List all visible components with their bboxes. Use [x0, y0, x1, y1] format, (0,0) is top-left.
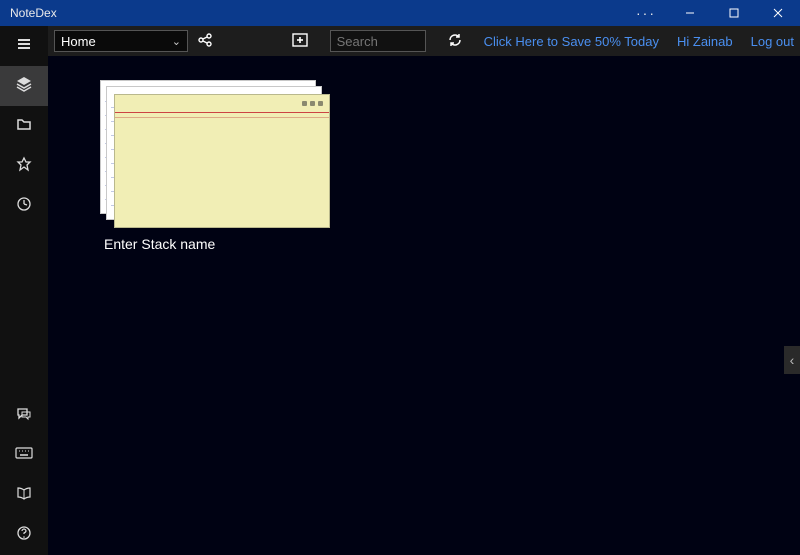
sidebar-item-recent[interactable]: [0, 186, 48, 226]
more-icon[interactable]: ···: [624, 0, 668, 26]
sidebar-item-help[interactable]: [0, 515, 48, 555]
clock-icon: [16, 196, 32, 217]
sidebar-item-folders[interactable]: [0, 106, 48, 146]
close-button[interactable]: [756, 0, 800, 26]
sidebar: [0, 26, 48, 555]
search-input[interactable]: [330, 30, 426, 52]
sync-button[interactable]: [444, 30, 466, 52]
share-icon: [197, 32, 213, 51]
location-select-value: Home: [61, 34, 96, 49]
star-icon: [16, 156, 32, 177]
window-titlebar: NoteDex ···: [0, 0, 800, 26]
stack-name-label[interactable]: Enter Stack name: [104, 236, 330, 252]
drawer-toggle[interactable]: ‹: [784, 346, 800, 374]
minimize-button[interactable]: [668, 0, 712, 26]
sidebar-item-stacks[interactable]: [0, 66, 48, 106]
maximize-button[interactable]: [712, 0, 756, 26]
content-surface: Enter Stack name ‹: [48, 56, 800, 555]
keyboard-icon: [15, 446, 33, 465]
book-icon: [16, 485, 32, 506]
logout-link[interactable]: Log out: [751, 34, 794, 49]
stack-card[interactable]: Enter Stack name: [100, 80, 330, 252]
folder-icon: [16, 116, 32, 137]
greeting-link[interactable]: Hi Zainab: [677, 34, 733, 49]
sidebar-item-keyboard[interactable]: [0, 435, 48, 475]
chat-icon: [16, 405, 32, 426]
sync-icon: [447, 32, 463, 51]
chevron-down-icon: ⌄: [172, 35, 181, 48]
hamburger-menu-button[interactable]: [0, 26, 48, 66]
sidebar-item-chat[interactable]: [0, 395, 48, 435]
promo-link[interactable]: Click Here to Save 50% Today: [484, 34, 659, 49]
chevron-left-icon: ‹: [790, 352, 795, 368]
sidebar-item-library[interactable]: [0, 475, 48, 515]
stacks-icon: [15, 75, 33, 98]
share-button[interactable]: [194, 30, 216, 52]
menu-icon: [16, 36, 32, 57]
help-icon: [16, 525, 32, 546]
new-note-button[interactable]: [290, 30, 312, 52]
sidebar-item-favorites[interactable]: [0, 146, 48, 186]
stack-thumbnail: [100, 80, 330, 228]
toolbar: Home ⌄ Click He: [48, 26, 800, 56]
app-title: NoteDex: [10, 6, 57, 20]
add-note-icon: [292, 32, 310, 51]
location-select[interactable]: Home ⌄: [54, 30, 188, 52]
